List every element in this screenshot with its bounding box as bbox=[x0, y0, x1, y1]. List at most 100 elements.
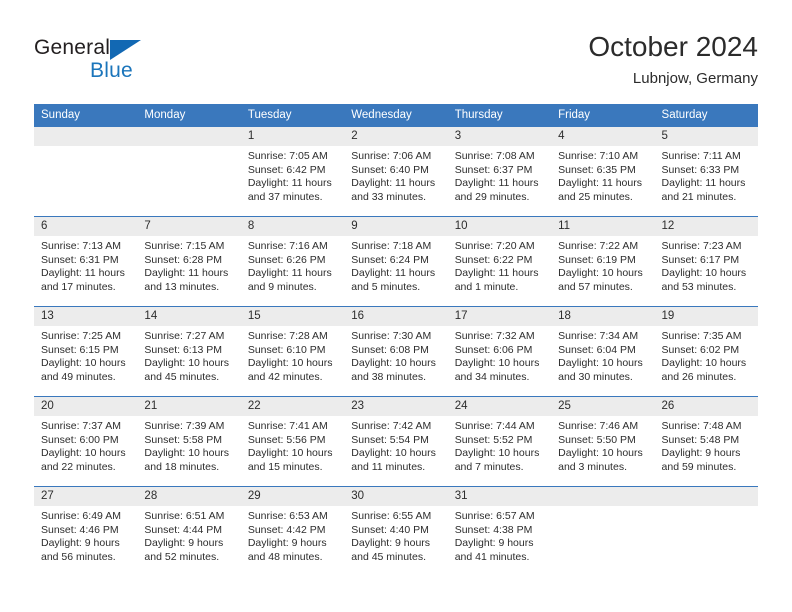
day-number: 14 bbox=[137, 307, 241, 326]
day-cell[interactable]: 14 Sunrise: 7:27 AM Sunset: 6:13 PM Dayl… bbox=[137, 306, 241, 397]
sunset-text: Sunset: 6:04 PM bbox=[558, 343, 636, 356]
day-cell[interactable]: 3 Sunrise: 7:08 AM Sunset: 6:37 PM Dayli… bbox=[447, 127, 552, 217]
sunset-text: Sunset: 5:48 PM bbox=[661, 433, 740, 446]
day-cell[interactable]: 30 Sunrise: 6:55 AM Sunset: 4:40 PM Dayl… bbox=[344, 486, 448, 576]
day-cell[interactable]: 12 Sunrise: 7:23 AM Sunset: 6:17 PM Dayl… bbox=[654, 216, 758, 307]
day-cell[interactable]: 10 Sunrise: 7:20 AM Sunset: 6:22 PM Dayl… bbox=[447, 216, 552, 307]
weekday-header-thursday: Thursday bbox=[447, 104, 552, 127]
page-title: October 2024 bbox=[588, 31, 758, 62]
sunset-text: Sunset: 6:17 PM bbox=[661, 253, 740, 266]
sunrise-text: Sunrise: 6:49 AM bbox=[41, 510, 121, 522]
day-cell[interactable]: 24 Sunrise: 7:44 AM Sunset: 5:52 PM Dayl… bbox=[447, 396, 552, 487]
day-cell[interactable]: 7 Sunrise: 7:15 AM Sunset: 6:28 PM Dayli… bbox=[137, 216, 241, 307]
day-cell[interactable]: 31 Sunrise: 6:57 AM Sunset: 4:38 PM Dayl… bbox=[447, 486, 552, 576]
daylight-text-line2: and 30 minutes. bbox=[558, 370, 633, 383]
day-number: 3 bbox=[447, 127, 552, 146]
day-cell[interactable] bbox=[551, 486, 655, 576]
daylight-text-line1: Daylight: 9 hours bbox=[144, 537, 224, 550]
sunset-text: Sunset: 4:40 PM bbox=[351, 523, 429, 536]
day-cell[interactable]: 9 Sunrise: 7:18 AM Sunset: 6:24 PM Dayli… bbox=[344, 216, 448, 307]
day-cell[interactable]: 1 Sunrise: 7:05 AM Sunset: 6:42 PM Dayli… bbox=[240, 127, 345, 217]
day-number: 9 bbox=[344, 217, 448, 236]
weekday-header-friday: Friday bbox=[551, 104, 655, 127]
daylight-text-line1: Daylight: 11 hours bbox=[661, 177, 746, 190]
day-cell[interactable]: 8 Sunrise: 7:16 AM Sunset: 6:26 PM Dayli… bbox=[240, 216, 345, 307]
day-cell[interactable]: 25 Sunrise: 7:46 AM Sunset: 5:50 PM Dayl… bbox=[551, 396, 655, 487]
weekday-header-monday: Monday bbox=[137, 104, 241, 127]
day-details: Sunrise: 6:55 AM Sunset: 4:40 PM Dayligh… bbox=[344, 506, 447, 564]
daylight-text-line2: and 53 minutes. bbox=[661, 280, 737, 293]
day-details: Sunrise: 6:51 AM Sunset: 4:44 PM Dayligh… bbox=[137, 506, 240, 564]
sunset-text: Sunset: 5:54 PM bbox=[351, 433, 429, 446]
sunset-text: Sunset: 6:15 PM bbox=[41, 343, 119, 356]
day-details: Sunrise: 7:30 AM Sunset: 6:08 PM Dayligh… bbox=[344, 326, 447, 384]
daylight-text-line2: and 52 minutes. bbox=[144, 550, 220, 563]
general-blue-logo[interactable]: General Blue bbox=[34, 36, 234, 92]
day-cell[interactable]: 11 Sunrise: 7:22 AM Sunset: 6:19 PM Dayl… bbox=[551, 216, 655, 307]
day-cell[interactable] bbox=[654, 486, 758, 576]
day-cell[interactable]: 18 Sunrise: 7:34 AM Sunset: 6:04 PM Dayl… bbox=[551, 306, 655, 397]
sunset-text: Sunset: 6:10 PM bbox=[247, 343, 326, 356]
day-number: 23 bbox=[344, 397, 448, 416]
daylight-text-line1: Daylight: 11 hours bbox=[41, 267, 125, 280]
day-details: Sunrise: 7:25 AM Sunset: 6:15 PM Dayligh… bbox=[34, 326, 137, 384]
sunrise-text: Sunrise: 7:25 AM bbox=[41, 330, 121, 342]
sunset-text: Sunset: 6:40 PM bbox=[351, 163, 429, 176]
daylight-text-line1: Daylight: 10 hours bbox=[41, 357, 126, 370]
sunrise-text: Sunrise: 7:35 AM bbox=[661, 330, 742, 342]
day-cell[interactable]: 22 Sunrise: 7:41 AM Sunset: 5:56 PM Dayl… bbox=[240, 396, 345, 487]
sunrise-text: Sunrise: 7:46 AM bbox=[558, 420, 639, 432]
day-cell[interactable]: 16 Sunrise: 7:30 AM Sunset: 6:08 PM Dayl… bbox=[344, 306, 448, 397]
day-cell[interactable]: 2 Sunrise: 7:06 AM Sunset: 6:40 PM Dayli… bbox=[344, 127, 448, 217]
day-cell[interactable]: 20 Sunrise: 7:37 AM Sunset: 6:00 PM Dayl… bbox=[34, 396, 138, 487]
day-cell[interactable]: 29 Sunrise: 6:53 AM Sunset: 4:42 PM Dayl… bbox=[240, 486, 345, 576]
daylight-text-line1: Daylight: 9 hours bbox=[247, 537, 327, 550]
sunset-text: Sunset: 4:38 PM bbox=[454, 523, 533, 536]
page-header: General Blue October 2024 Lubnjow, Germa… bbox=[0, 0, 792, 98]
day-number: 13 bbox=[34, 307, 138, 326]
daylight-text-line2: and 1 minute. bbox=[454, 280, 519, 293]
day-cell[interactable]: 27 Sunrise: 6:49 AM Sunset: 4:46 PM Dayl… bbox=[34, 486, 138, 576]
sunrise-text: Sunrise: 7:18 AM bbox=[351, 240, 432, 252]
daylight-text-line2: and 56 minutes. bbox=[41, 550, 116, 563]
day-cell[interactable]: 13 Sunrise: 7:25 AM Sunset: 6:15 PM Dayl… bbox=[34, 306, 138, 397]
day-number: 7 bbox=[137, 217, 241, 236]
daylight-text-line1: Daylight: 10 hours bbox=[351, 357, 436, 370]
day-cell[interactable]: 6 Sunrise: 7:13 AM Sunset: 6:31 PM Dayli… bbox=[34, 216, 138, 307]
day-cell[interactable]: 4 Sunrise: 7:10 AM Sunset: 6:35 PM Dayli… bbox=[551, 127, 655, 217]
day-cell[interactable]: 21 Sunrise: 7:39 AM Sunset: 5:58 PM Dayl… bbox=[137, 396, 241, 487]
day-details bbox=[34, 146, 137, 150]
day-cell[interactable]: 15 Sunrise: 7:28 AM Sunset: 6:10 PM Dayl… bbox=[240, 306, 345, 397]
day-number: 19 bbox=[654, 307, 758, 326]
day-number: 2 bbox=[344, 127, 448, 146]
day-number: 15 bbox=[240, 307, 345, 326]
day-number: 30 bbox=[344, 487, 448, 506]
day-details: Sunrise: 7:05 AM Sunset: 6:42 PM Dayligh… bbox=[241, 146, 344, 204]
daylight-text-line1: Daylight: 10 hours bbox=[351, 447, 436, 460]
day-cell[interactable]: 19 Sunrise: 7:35 AM Sunset: 6:02 PM Dayl… bbox=[654, 306, 758, 397]
day-cell[interactable] bbox=[34, 127, 138, 217]
sunrise-text: Sunrise: 7:41 AM bbox=[247, 420, 328, 432]
sunrise-text: Sunrise: 7:44 AM bbox=[454, 420, 535, 432]
day-number: 5 bbox=[654, 127, 758, 146]
calendar-header-row: Sunday Monday Tuesday Wednesday Thursday… bbox=[34, 104, 758, 127]
day-cell[interactable]: 17 Sunrise: 7:32 AM Sunset: 6:06 PM Dayl… bbox=[447, 306, 552, 397]
day-cell[interactable]: 5 Sunrise: 7:11 AM Sunset: 6:33 PM Dayli… bbox=[654, 127, 758, 217]
day-cell[interactable]: 28 Sunrise: 6:51 AM Sunset: 4:44 PM Dayl… bbox=[137, 486, 241, 576]
sunset-text: Sunset: 5:50 PM bbox=[558, 433, 636, 446]
sunset-text: Sunset: 5:58 PM bbox=[144, 433, 223, 446]
day-details bbox=[137, 146, 240, 150]
sunset-text: Sunset: 6:42 PM bbox=[247, 163, 326, 176]
daylight-text-line2: and 57 minutes. bbox=[558, 280, 633, 293]
day-number: 18 bbox=[551, 307, 655, 326]
day-details: Sunrise: 7:41 AM Sunset: 5:56 PM Dayligh… bbox=[241, 416, 344, 474]
day-cell[interactable] bbox=[137, 127, 241, 217]
day-details: Sunrise: 7:44 AM Sunset: 5:52 PM Dayligh… bbox=[448, 416, 551, 474]
sunrise-text: Sunrise: 7:34 AM bbox=[558, 330, 639, 342]
day-details: Sunrise: 7:13 AM Sunset: 6:31 PM Dayligh… bbox=[34, 236, 137, 294]
day-details: Sunrise: 7:46 AM Sunset: 5:50 PM Dayligh… bbox=[551, 416, 654, 474]
day-cell[interactable]: 23 Sunrise: 7:42 AM Sunset: 5:54 PM Dayl… bbox=[344, 396, 448, 487]
daylight-text-line1: Daylight: 9 hours bbox=[454, 537, 534, 550]
sunset-text: Sunset: 6:24 PM bbox=[351, 253, 429, 266]
day-cell[interactable]: 26 Sunrise: 7:48 AM Sunset: 5:48 PM Dayl… bbox=[654, 396, 758, 487]
